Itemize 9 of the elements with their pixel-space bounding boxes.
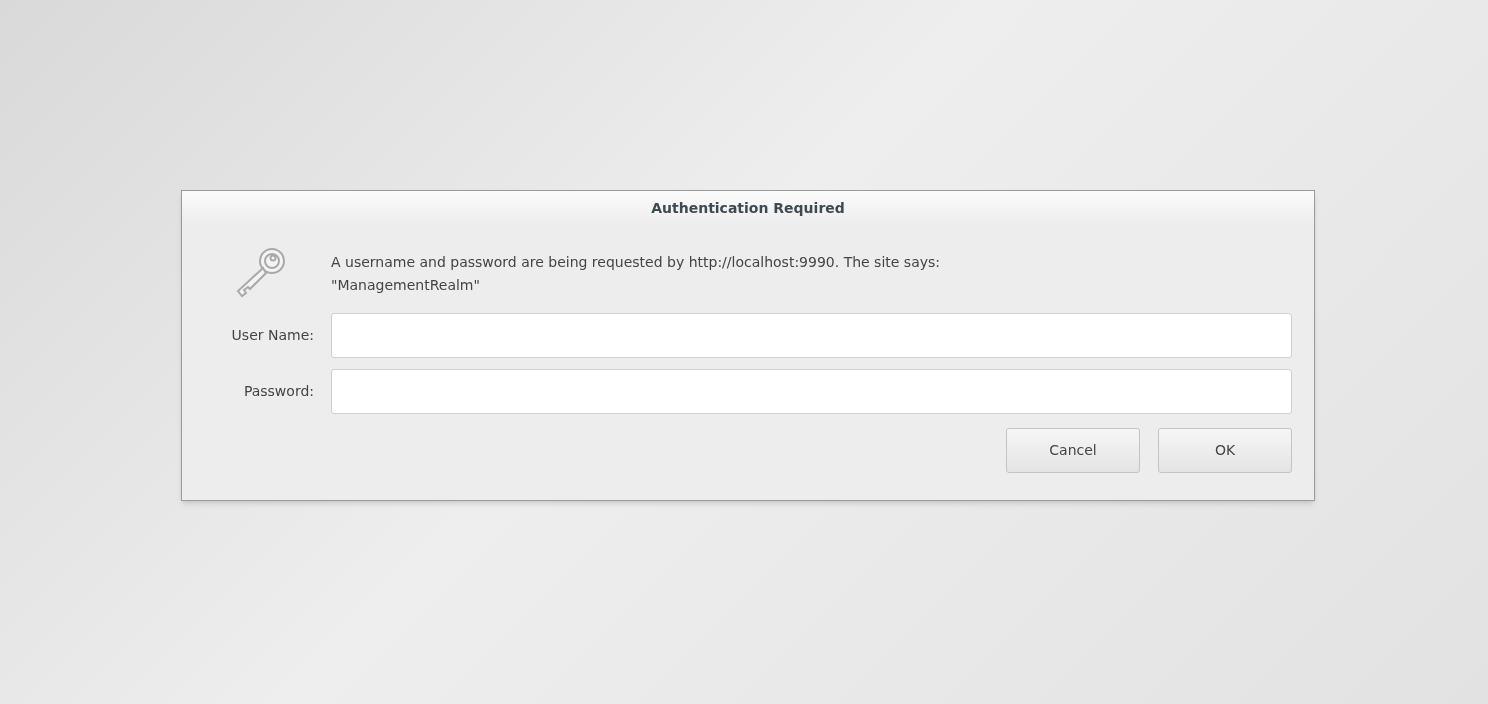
window-title: Authentication Required (651, 198, 845, 218)
dialog-button[interactable]: Cancel (1006, 428, 1140, 473)
input-field[interactable] (331, 369, 1292, 414)
input-field[interactable] (331, 313, 1292, 358)
message-text: "ManagementRealm" (331, 276, 480, 295)
message-text: A username and password are being requested by http://localhost:9990. The site says: (331, 253, 941, 272)
field-label: Password: (243, 382, 314, 401)
dialog-button[interactable]: OK (1158, 428, 1292, 473)
field-label: User Name: (231, 326, 314, 345)
